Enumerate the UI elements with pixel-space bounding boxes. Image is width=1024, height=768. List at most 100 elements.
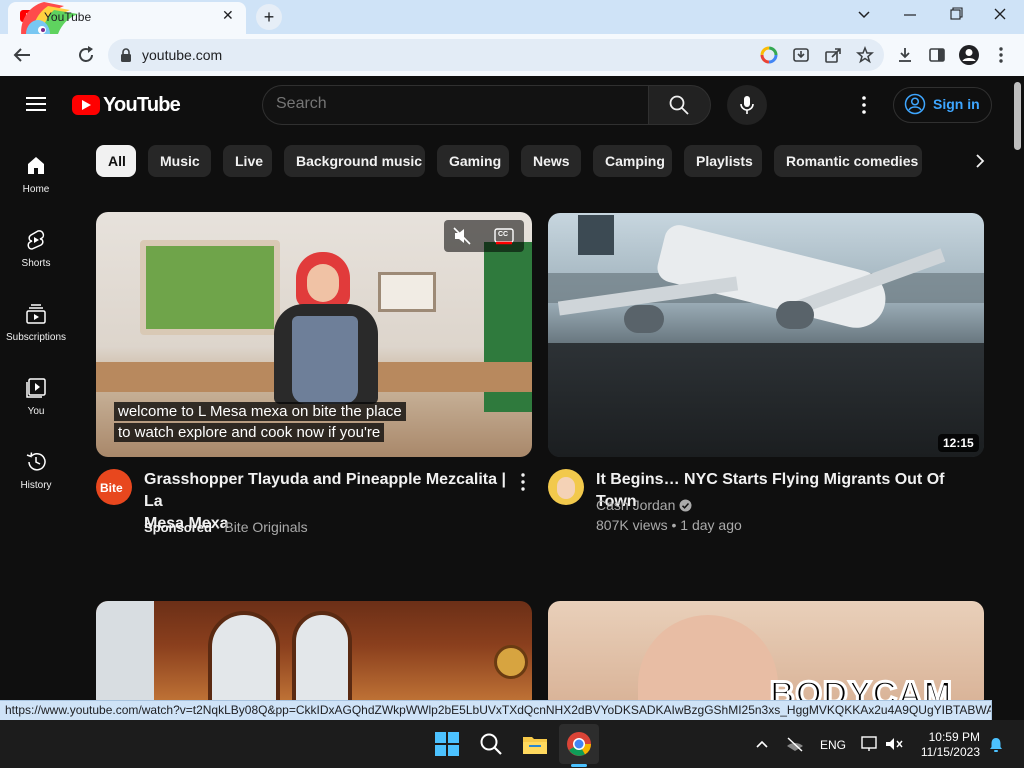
clock-date[interactable]: 11/15/2023 bbox=[914, 745, 980, 759]
tab-close-icon[interactable]: ✕ bbox=[222, 7, 234, 24]
shorts-icon bbox=[27, 230, 45, 250]
scrollbar-thumb[interactable] bbox=[1014, 82, 1021, 150]
display-icon[interactable] bbox=[860, 735, 880, 753]
video-duration-badge: 12:15 bbox=[938, 434, 979, 452]
chip-playlists[interactable]: Playlists bbox=[684, 145, 762, 177]
chip-gaming[interactable]: Gaming bbox=[437, 145, 509, 177]
chip-live[interactable]: Live bbox=[223, 145, 272, 177]
downloads-icon[interactable] bbox=[896, 46, 914, 64]
sidebar-item-label: Shorts bbox=[21, 258, 51, 269]
restore-icon[interactable] bbox=[935, 5, 975, 25]
airplane-engine bbox=[624, 305, 664, 333]
notification-bell-icon[interactable] bbox=[988, 736, 1004, 754]
taskbar-search-icon[interactable] bbox=[475, 728, 507, 760]
video-meta: Sponsored · Bite Originals bbox=[144, 517, 308, 538]
channel-name[interactable]: Cash Jordan bbox=[596, 497, 675, 513]
input-language[interactable]: ENG bbox=[820, 738, 846, 752]
clock-time[interactable]: 10:59 PM bbox=[924, 730, 980, 744]
window-snow bbox=[96, 601, 154, 711]
video-menu-icon[interactable] bbox=[516, 472, 530, 492]
sidebar-item-home[interactable]: Home bbox=[0, 154, 72, 228]
garden-wall-art bbox=[140, 240, 280, 335]
tray-chevron-up-icon[interactable] bbox=[754, 737, 770, 751]
crowd bbox=[548, 343, 984, 457]
tab-search-icon[interactable] bbox=[844, 8, 884, 22]
history-icon bbox=[26, 452, 46, 471]
chevron-right-icon[interactable] bbox=[972, 152, 988, 170]
reload-icon[interactable] bbox=[76, 45, 96, 65]
video-title-line: Grasshopper Tlayuda and Pineapple Mezcal… bbox=[144, 471, 506, 510]
mute-icon[interactable] bbox=[452, 226, 472, 246]
sidebar-item-subscriptions[interactable]: Subscriptions bbox=[0, 302, 72, 376]
page-scrollbar[interactable] bbox=[1012, 76, 1024, 720]
video-thumbnail[interactable]: BODYCAM bbox=[548, 601, 984, 711]
youtube-logo-text[interactable]: YouTube bbox=[103, 94, 181, 117]
sign-in-label: Sign in bbox=[933, 96, 980, 112]
lock-icon[interactable] bbox=[120, 48, 132, 62]
video-thumbnail[interactable]: welcome to L Mesa mexa on bite the place… bbox=[96, 212, 532, 457]
you-icon bbox=[26, 378, 46, 398]
video-thumbnail[interactable] bbox=[96, 601, 532, 711]
avatar-logo-text: Bite bbox=[100, 481, 123, 495]
video-meta: 807K views • 1 day ago bbox=[596, 517, 742, 533]
windows-start-icon[interactable] bbox=[431, 728, 463, 760]
google-icon[interactable] bbox=[760, 46, 778, 64]
subscriptions-icon bbox=[26, 304, 46, 324]
sidebar-item-label: Subscriptions bbox=[5, 332, 67, 343]
bookmark-star-icon[interactable] bbox=[856, 46, 874, 64]
status-url: https://www.youtube.com/watch?v=t2NqkLBy… bbox=[5, 703, 991, 717]
chef-face bbox=[307, 264, 339, 302]
sidebar-item-history[interactable]: History bbox=[0, 450, 72, 524]
active-app-indicator bbox=[571, 764, 587, 767]
chrome-icon[interactable] bbox=[563, 728, 595, 760]
settings-menu-icon[interactable] bbox=[857, 95, 871, 115]
chip-background-music[interactable]: Background music bbox=[284, 145, 425, 177]
person-head bbox=[638, 615, 778, 711]
tab-title: YouTube bbox=[44, 10, 92, 24]
sidebar-item-label: Home bbox=[22, 184, 50, 195]
network-offline-icon[interactable] bbox=[785, 736, 805, 752]
share-icon[interactable] bbox=[824, 46, 842, 64]
youtube-logo-play-icon bbox=[82, 100, 91, 110]
guide-menu-icon[interactable] bbox=[26, 97, 46, 111]
cc-label: CC bbox=[498, 231, 509, 238]
volume-muted-icon[interactable] bbox=[884, 735, 904, 753]
arched-window bbox=[208, 611, 280, 711]
chip-romantic-comedies[interactable]: Romantic comedies bbox=[774, 145, 922, 177]
account-icon bbox=[904, 93, 926, 115]
channel-row: Cash Jordan bbox=[596, 495, 675, 515]
minimize-icon[interactable] bbox=[890, 5, 930, 25]
arched-window bbox=[292, 611, 352, 711]
close-window-icon[interactable] bbox=[980, 5, 1020, 25]
sign-post bbox=[578, 215, 614, 255]
new-tab-button[interactable]: + bbox=[256, 4, 282, 30]
sidebar-item-you[interactable]: You bbox=[0, 376, 72, 450]
chip-all[interactable]: All bbox=[96, 145, 136, 177]
microphone-icon bbox=[740, 96, 754, 114]
search-input[interactable] bbox=[276, 94, 636, 114]
side-panel-icon[interactable] bbox=[928, 46, 946, 64]
video-thumbnail[interactable] bbox=[548, 213, 984, 457]
chef-apron bbox=[292, 316, 358, 404]
url-text[interactable]: youtube.com bbox=[142, 47, 222, 63]
caption-line: to watch explore and cook now if you're bbox=[114, 423, 385, 442]
framed-picture bbox=[378, 272, 436, 312]
caption-line: welcome to L Mesa mexa on bite the place bbox=[114, 402, 406, 421]
home-icon bbox=[28, 157, 44, 174]
sponsored-label: Sponsored bbox=[144, 520, 212, 535]
airplane-engine bbox=[776, 301, 814, 329]
channel-name[interactable]: Bite Originals bbox=[224, 519, 307, 535]
sidebar-item-shorts[interactable]: Shorts bbox=[0, 228, 72, 302]
profile-avatar-icon[interactable] bbox=[958, 44, 980, 66]
sidebar-item-label: You bbox=[27, 406, 45, 417]
chip-camping[interactable]: Camping bbox=[593, 145, 672, 177]
channel-avatar[interactable] bbox=[548, 469, 584, 505]
install-app-icon[interactable] bbox=[792, 46, 810, 64]
chip-news[interactable]: News bbox=[521, 145, 581, 177]
browser-menu-icon[interactable] bbox=[994, 46, 1008, 64]
back-icon[interactable] bbox=[12, 46, 32, 64]
wall-clock bbox=[494, 645, 528, 679]
file-explorer-icon[interactable] bbox=[519, 728, 551, 760]
chip-music[interactable]: Music bbox=[148, 145, 211, 177]
search-icon bbox=[669, 95, 689, 115]
